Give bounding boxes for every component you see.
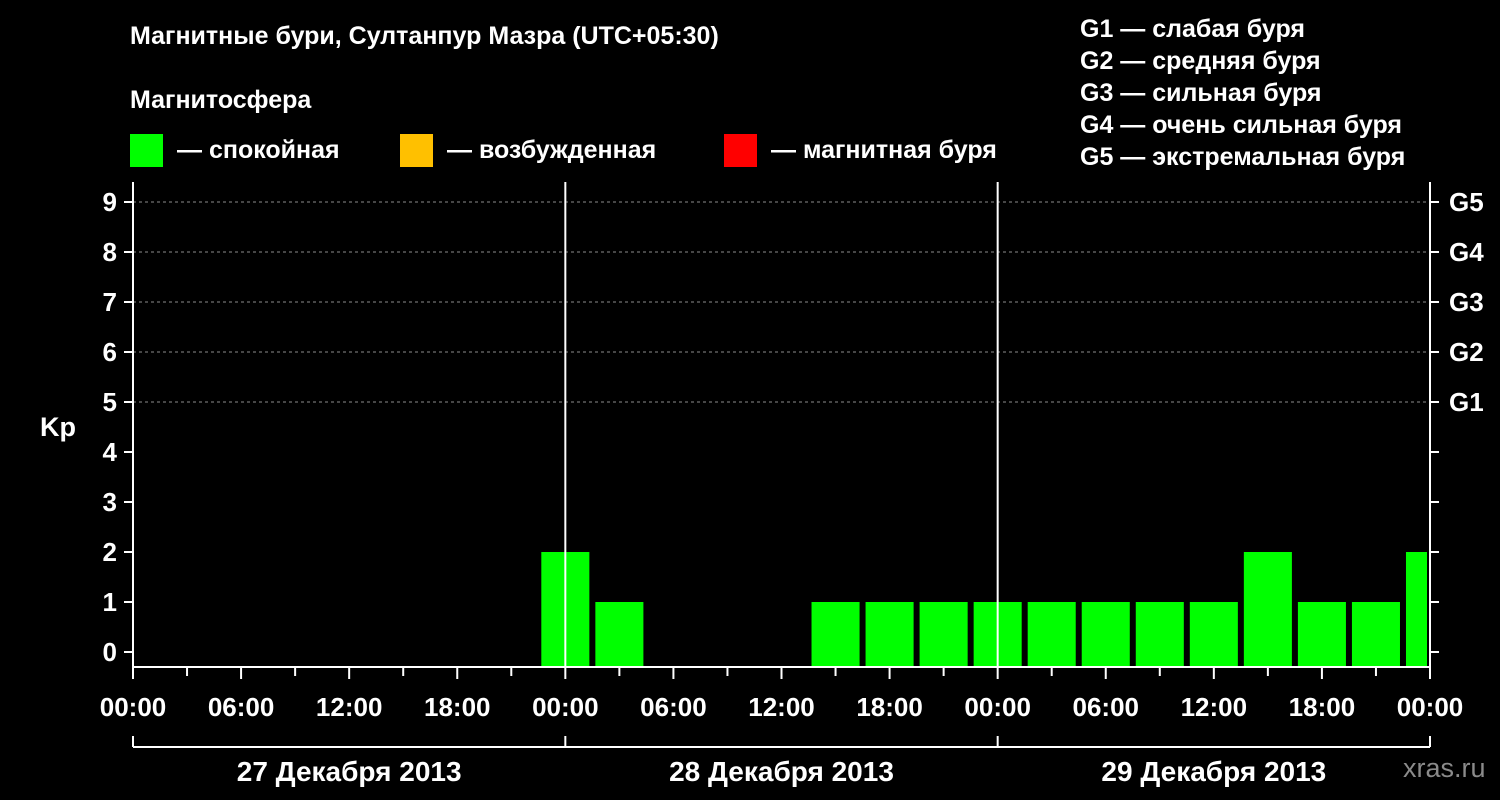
g-level-label: G4 [1449,237,1484,267]
kp-chart: 0 1 2 3 4 5 6 7 8 9 G1 G2 G3 G4 G5 00:00 06:00 12:00 18:00… [100,182,1484,787]
y-tick-label: 4 [103,437,118,467]
x-tick-label: 00:00 [1397,692,1464,722]
kp-bar [595,602,644,667]
y-tick-label: 2 [103,537,117,567]
x-tick-label: 12:00 [748,692,815,722]
kp-bar [1351,602,1400,667]
x-tick-label: 06:00 [208,692,275,722]
x-tick-label: 18:00 [424,692,491,722]
g-level-label: G3 [1449,287,1484,317]
x-tick-label: 18:00 [856,692,923,722]
kp-bar [1243,552,1292,667]
kp-bar [1405,552,1427,667]
g-level-label: G5 [1449,187,1484,217]
kp-bar [1081,602,1130,667]
g-level-label: G1 [1449,387,1484,417]
y-tick-label: 7 [103,287,117,317]
day-label: 29 Декабря 2013 [1101,756,1326,787]
x-tick-label: 06:00 [640,692,707,722]
x-tick-label: 18:00 [1289,692,1356,722]
kp-bar [811,602,860,667]
kp-bar [1189,602,1238,667]
kp-bar [919,602,968,667]
kp-bar [1027,602,1076,667]
y-tick-label: 3 [103,487,117,517]
y-tick-label: 5 [103,387,117,417]
kp-bar [1135,602,1184,667]
x-tick-label: 00:00 [532,692,599,722]
y-tick-label: 6 [103,337,117,367]
y-tick-label: 0 [103,637,117,667]
x-tick-label: 12:00 [1181,692,1248,722]
day-label: 28 Декабря 2013 [669,756,894,787]
y-tick-label: 9 [103,187,117,217]
g-level-label: G2 [1449,337,1484,367]
y-tick-label: 1 [103,587,117,617]
day-label: 27 Декабря 2013 [237,756,462,787]
kp-bar [1297,602,1346,667]
x-tick-label: 00:00 [964,692,1031,722]
x-tick-label: 12:00 [316,692,383,722]
x-tick-label: 00:00 [100,692,167,722]
y-tick-label: 8 [103,237,117,267]
x-tick-label: 06:00 [1073,692,1140,722]
kp-bar [865,602,914,667]
